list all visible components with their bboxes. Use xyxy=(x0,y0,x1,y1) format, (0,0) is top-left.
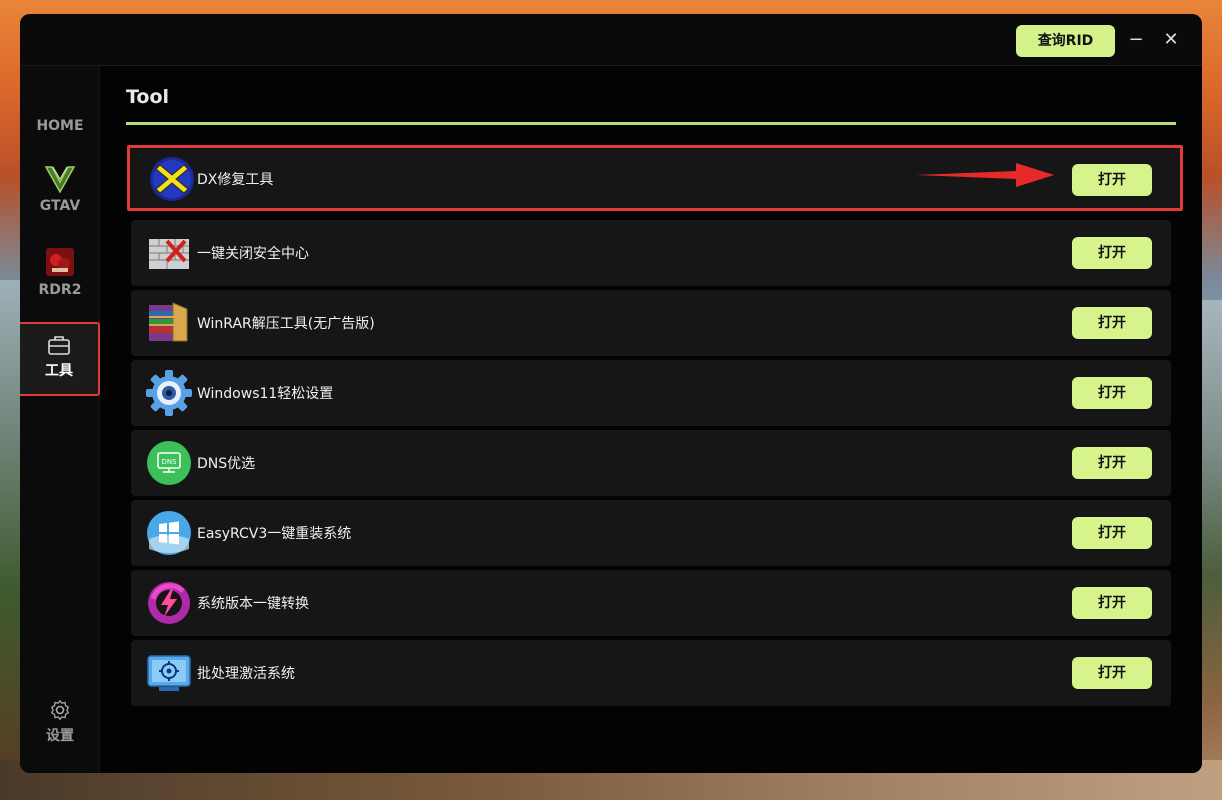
sidebar-item-home[interactable]: HOME xyxy=(20,118,100,134)
dns-icon: DNS xyxy=(147,441,191,485)
tool-name: DNS优选 xyxy=(197,456,256,472)
page-title: Tool xyxy=(126,86,170,108)
winrar-icon xyxy=(149,302,188,342)
open-button[interactable]: 打开 xyxy=(1072,517,1152,549)
tool-name: Windows11轻松设置 xyxy=(197,386,334,402)
title-bar: 查询RID − ✕ xyxy=(20,14,1202,66)
dx-repair-icon xyxy=(150,157,194,201)
sidebar-item-label: HOME xyxy=(36,118,84,134)
open-button[interactable]: 打开 xyxy=(1072,657,1152,689)
settings-gear-icon xyxy=(146,370,192,416)
tool-name: EasyRCV3一键重装系统 xyxy=(197,526,352,542)
toolbox-icon xyxy=(48,336,70,355)
main-panel: Tool DX修复工具 打开 一键关闭安全中心 打开 WinRAR解压工具(无广… xyxy=(100,66,1202,773)
tool-name: 批处理激活系统 xyxy=(197,666,295,682)
open-button[interactable]: 打开 xyxy=(1072,447,1152,479)
sidebar: HOME GTAV RDR2 工具 设置 xyxy=(20,66,100,773)
windows-logo-icon xyxy=(147,511,191,555)
query-rid-button[interactable]: 查询RID xyxy=(1016,25,1115,57)
dns-icon-text: DNS xyxy=(161,458,177,466)
minimize-button[interactable]: − xyxy=(1124,26,1148,54)
open-button[interactable]: 打开 xyxy=(1072,307,1152,339)
tool-row-windows11-settings: Windows11轻松设置 打开 xyxy=(131,360,1171,426)
open-button[interactable]: 打开 xyxy=(1072,164,1152,196)
monitor-gear-icon xyxy=(147,655,191,691)
open-button[interactable]: 打开 xyxy=(1072,377,1152,409)
sidebar-item-label: GTAV xyxy=(39,198,81,214)
open-button[interactable]: 打开 xyxy=(1072,587,1152,619)
sidebar-item-label: 工具 xyxy=(45,363,73,379)
tool-name: 系统版本一键转换 xyxy=(197,596,309,612)
arrow-pointer-icon xyxy=(916,163,1054,187)
tool-row-batch-activation: 批处理激活系统 打开 xyxy=(131,640,1171,706)
gear-icon xyxy=(50,699,70,721)
lightning-swirl-icon xyxy=(148,582,190,624)
tool-row-winrar: WinRAR解压工具(无广告版) 打开 xyxy=(131,290,1171,356)
gtav-logo-icon xyxy=(44,166,76,194)
tool-name: 一键关闭安全中心 xyxy=(197,246,309,262)
sidebar-item-label: 设置 xyxy=(46,728,74,744)
app-window: 查询RID − ✕ HOME GTAV RDR2 工具 设置 Tool DX修复… xyxy=(20,14,1202,773)
sidebar-item-settings[interactable]: 设置 xyxy=(20,699,100,745)
sidebar-item-rdr2[interactable]: RDR2 xyxy=(20,246,100,298)
rdr2-logo-icon xyxy=(46,248,74,276)
sidebar-item-label: RDR2 xyxy=(38,282,82,298)
title-underline xyxy=(126,122,1176,125)
tool-name: DX修复工具 xyxy=(197,172,274,188)
open-button[interactable]: 打开 xyxy=(1072,237,1152,269)
firewall-icon xyxy=(149,239,189,269)
tool-name: WinRAR解压工具(无广告版) xyxy=(197,316,375,332)
tool-row-security-center: 一键关闭安全中心 打开 xyxy=(131,220,1171,286)
tool-row-easyrcv3: EasyRCV3一键重装系统 打开 xyxy=(131,500,1171,566)
sidebar-item-tools[interactable]: 工具 xyxy=(20,322,100,396)
close-button[interactable]: ✕ xyxy=(1159,26,1183,54)
tool-row-version-switch: 系统版本一键转换 打开 xyxy=(131,570,1171,636)
tool-row-dx-repair: DX修复工具 打开 xyxy=(127,145,1183,211)
tool-row-dns: DNS DNS优选 打开 xyxy=(131,430,1171,496)
sidebar-item-gtav[interactable]: GTAV xyxy=(20,164,100,214)
